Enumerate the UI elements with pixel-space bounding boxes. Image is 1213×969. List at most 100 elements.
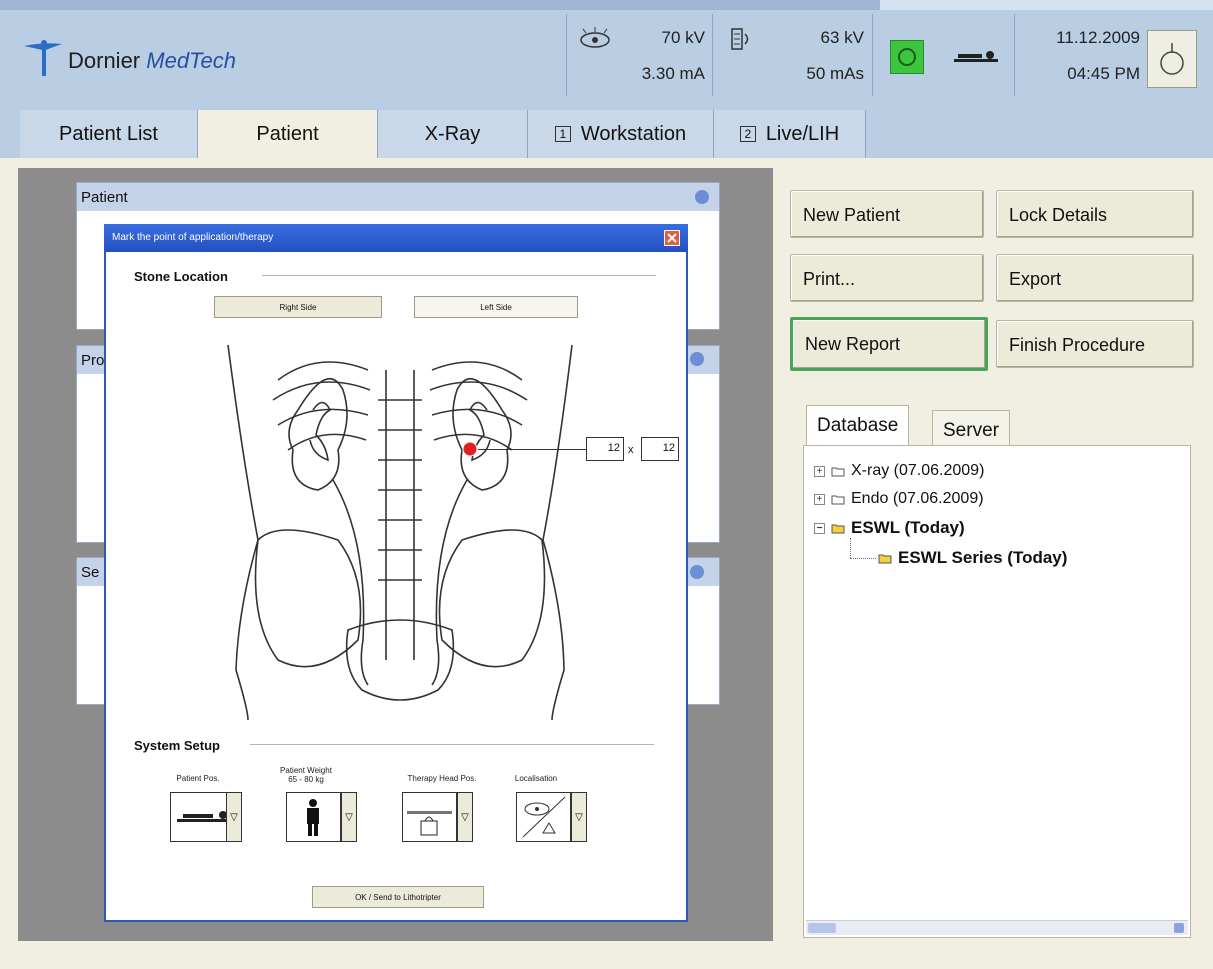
workstation-number-badge: 1 [554,126,571,142]
stone-marker-leader-line [478,449,586,450]
header-top-strip [0,0,880,10]
header-divider [1014,14,1015,96]
brand-name-medtech: MedTech [146,48,236,73]
patient-weight-selector[interactable] [286,792,341,842]
procedure-panel-title: Pro [81,352,105,369]
stone-marker[interactable] [462,441,478,457]
brand-name: Dornier [68,48,141,73]
scroll-right-arrow-icon[interactable] [1174,923,1184,933]
dialog-title-bar: Mark the point of application/therapy [104,224,688,252]
tab-label: Patient List [59,122,158,145]
tree-connector [850,538,851,558]
localisation-dropdown[interactable]: ▽ [571,792,587,842]
right-side-button[interactable]: Right Side [214,296,382,318]
stone-size-width[interactable]: 12 [586,437,624,461]
therapy-head-icon [407,811,452,836]
therapy-head-pos-label: Therapy Head Pos. [407,774,477,783]
refresh-ring-icon [898,48,916,66]
left-side-button[interactable]: Left Side [414,296,578,318]
patient-panel-title: Patient [81,189,128,206]
tab-database[interactable]: Database [806,405,910,446]
tree-item-label: Endo (07.06.2009) [851,490,984,507]
chevron-down-icon: ▽ [345,811,353,823]
tab-patient[interactable]: Patient [198,110,378,158]
power-button[interactable] [1147,30,1197,88]
fluoro-ma: 3.30 mA [641,64,705,83]
section-divider [250,744,654,745]
tree-connector [850,558,876,559]
new-report-button[interactable]: New Report [790,317,988,371]
header-divider [566,14,567,96]
chevron-down-icon: ▽ [575,811,583,823]
collapse-icon[interactable] [690,565,704,579]
header-top-strip-light [880,0,1213,10]
new-patient-button[interactable]: New Patient [790,190,984,238]
patient-weight-label-line1: Patient Weight [280,766,332,775]
live-number-badge: 2 [739,126,756,142]
stone-location-heading: Stone Location [134,269,228,284]
scrollbar-thumb[interactable] [808,923,836,933]
ready-status-indicator[interactable] [890,40,924,74]
localisation-eye-icon [522,796,566,838]
tree-item-label: ESWL Series (Today) [898,548,1068,567]
export-button[interactable]: Export [996,254,1194,302]
series-panel-title: Se [81,564,100,581]
tree-item-xray[interactable]: + X-ray (07.06.2009) [814,462,984,480]
fluoro-eye-icon [577,26,613,50]
power-icon [1160,43,1184,75]
open-folder-icon [831,524,845,533]
tab-label: Live/LIH [765,122,840,145]
tab-label: X-Ray [424,122,481,145]
folder-icon [831,495,845,504]
kidney-anatomy-diagram[interactable] [218,340,582,722]
patient-table-icon [952,48,1000,68]
collapse-icon[interactable] [695,190,709,204]
tab-workstation[interactable]: 1 Workstation [528,110,714,158]
patient-weight-dropdown[interactable]: ▽ [341,792,357,842]
header-divider [872,14,873,96]
tab-xray[interactable]: X-Ray [378,110,528,158]
therapy-head-pos-dropdown[interactable]: ▽ [457,792,473,842]
dialog-close-button[interactable] [664,230,680,246]
fluoro-kv: 70 kV [661,28,705,47]
dornier-logo-icon [22,38,66,78]
collapse-icon[interactable]: − [814,522,825,534]
localisation-label: Localisation [514,774,558,783]
expand-icon[interactable]: + [814,465,825,477]
tree-item-eswl[interactable]: − ESWL (Today) [814,518,965,538]
tab-label: Patient [256,122,319,145]
patient-pos-label: Patient Pos. [176,774,220,783]
patient-weight-label: Patient Weight 65 - 80 kg [276,766,336,784]
tree-horizontal-scrollbar[interactable] [806,920,1188,935]
tree-item-label: ESWL (Today) [851,518,965,537]
chevron-down-icon: ▽ [461,811,469,823]
lock-details-button[interactable]: Lock Details [996,190,1194,238]
exposure-icon [728,26,758,52]
localisation-selector[interactable] [516,792,571,842]
print-button[interactable]: Print... [790,254,984,302]
folder-icon [878,554,892,563]
size-separator: x [628,444,634,456]
tab-patient-list[interactable]: Patient List [20,110,198,158]
tree-item-eswl-series[interactable]: ESWL Series (Today) [878,548,1067,568]
exposure-kv: 63 kV [820,28,864,47]
finish-procedure-button[interactable]: Finish Procedure [996,320,1194,368]
therapy-head-pos-selector[interactable] [402,792,457,842]
collapse-icon[interactable] [690,352,704,366]
tree-item-endo[interactable]: + Endo (07.06.2009) [814,490,984,508]
current-time: 04:45 PM [1067,64,1140,83]
stone-size-height[interactable]: 12 [641,437,679,461]
chevron-down-icon: ▽ [230,811,238,823]
close-icon [667,233,677,243]
ok-send-to-lithotripter-button[interactable]: OK / Send to Lithotripter [312,886,484,908]
patient-weight-range: 65 - 80 kg [288,775,324,784]
system-setup-heading: System Setup [134,738,220,753]
tab-live-lih[interactable]: 2 Live/LIH [714,110,866,158]
expand-icon[interactable]: + [814,493,825,505]
patient-pos-dropdown[interactable]: ▽ [226,792,242,842]
folder-icon [831,467,845,476]
section-divider [262,275,656,276]
dialog-title: Mark the point of application/therapy [112,232,274,243]
current-date: 11.12.2009 [1056,28,1140,47]
patient-panel-header: Patient [77,183,719,211]
